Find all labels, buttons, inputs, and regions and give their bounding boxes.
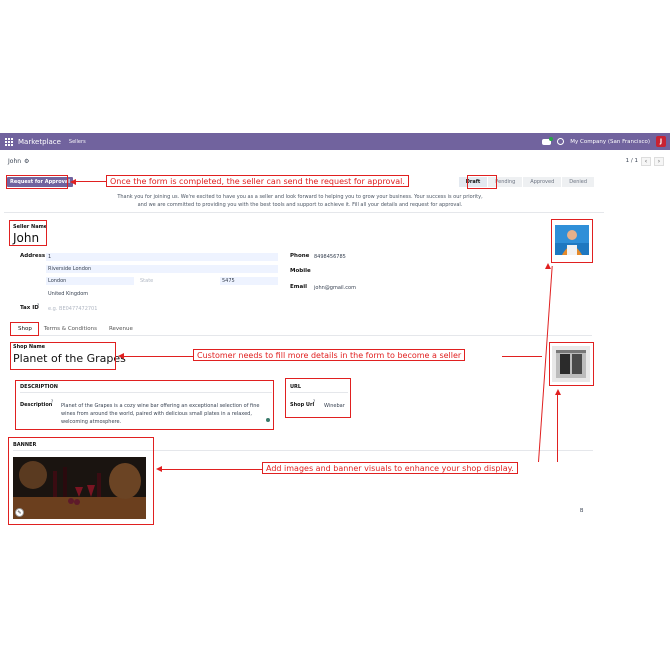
annotation-arrow (70, 179, 76, 185)
annotation-line (162, 469, 262, 471)
top-navbar: Marketplace Sellers My Company (San Fran… (0, 133, 670, 150)
stage-approved[interactable]: Approved (523, 177, 562, 187)
company-switcher[interactable]: My Company (San Francisco) (570, 139, 650, 145)
connector-shop-image (557, 394, 559, 462)
email-field[interactable]: john@gmail.com (314, 285, 356, 291)
pager-prev-button[interactable]: ‹ (641, 156, 651, 166)
highlight-banner (8, 437, 154, 525)
activity-clock-icon[interactable] (557, 138, 565, 145)
record-title: John (8, 157, 22, 165)
format-tag: B (580, 508, 584, 514)
tab-terms[interactable]: Terms & Conditions (38, 322, 103, 335)
state-field[interactable]: State (138, 277, 216, 285)
annotation-line (76, 181, 106, 183)
highlight-request-button (6, 175, 68, 189)
menu-sellers[interactable]: Sellers (69, 139, 86, 145)
phone-field[interactable]: 8498456785 (314, 254, 346, 260)
control-panel: John ⚙ 1 / 1 ‹ › (0, 154, 670, 168)
pager-next-button[interactable]: › (654, 156, 664, 166)
user-avatar[interactable]: J (656, 136, 666, 147)
mobile-label: Mobile (290, 268, 311, 274)
address-label: Address (20, 253, 46, 259)
annotation-arrow (545, 263, 551, 269)
annotation-approval: Once the form is completed, the seller c… (106, 175, 409, 187)
highlight-seller-image (551, 219, 593, 263)
highlight-seller-name (9, 220, 47, 246)
annotation-arrow (555, 389, 561, 395)
pager: 1 / 1 ‹ › (626, 156, 664, 166)
highlight-shop-tab (10, 322, 39, 336)
phone-label: Phone (290, 253, 310, 259)
apps-menu-icon[interactable] (0, 137, 18, 146)
stage-denied[interactable]: Denied (562, 177, 594, 187)
app-brand[interactable]: Marketplace (18, 138, 61, 146)
notebook-tabs: Shop Terms & Conditions Revenue (12, 322, 592, 336)
welcome-message: Thank you for joining us. We're excited … (117, 194, 483, 208)
chat-icon[interactable] (542, 136, 554, 145)
pager-value[interactable]: 1 / 1 (626, 158, 638, 164)
annotation-arrow (156, 466, 162, 472)
annotation-details: Customer needs to fill more details in t… (193, 349, 466, 361)
tax-id-field[interactable]: e.g. BE0477472701 (48, 306, 97, 312)
tab-revenue[interactable]: Revenue (103, 322, 139, 335)
highlight-shop-image (549, 342, 594, 386)
highlight-shop-name (10, 342, 116, 370)
country-field[interactable]: United Kingdom (48, 291, 88, 297)
tax-help-icon: ? (37, 303, 40, 308)
street2-field[interactable]: Riverside London (46, 265, 278, 273)
gear-icon[interactable]: ⚙ (24, 158, 29, 165)
zip-field[interactable]: 5475 (220, 277, 278, 285)
highlight-url (285, 378, 351, 418)
annotation-images: Add images and banner visuals to enhance… (262, 462, 518, 474)
street-field[interactable]: 1 (46, 253, 278, 261)
annotation-arrow (118, 353, 124, 359)
email-label: Email (290, 284, 307, 290)
annotation-line (502, 356, 542, 358)
city-field[interactable]: London (46, 277, 134, 285)
highlight-draft-stage (467, 175, 497, 189)
annotation-line (124, 356, 194, 358)
highlight-description (15, 380, 274, 430)
